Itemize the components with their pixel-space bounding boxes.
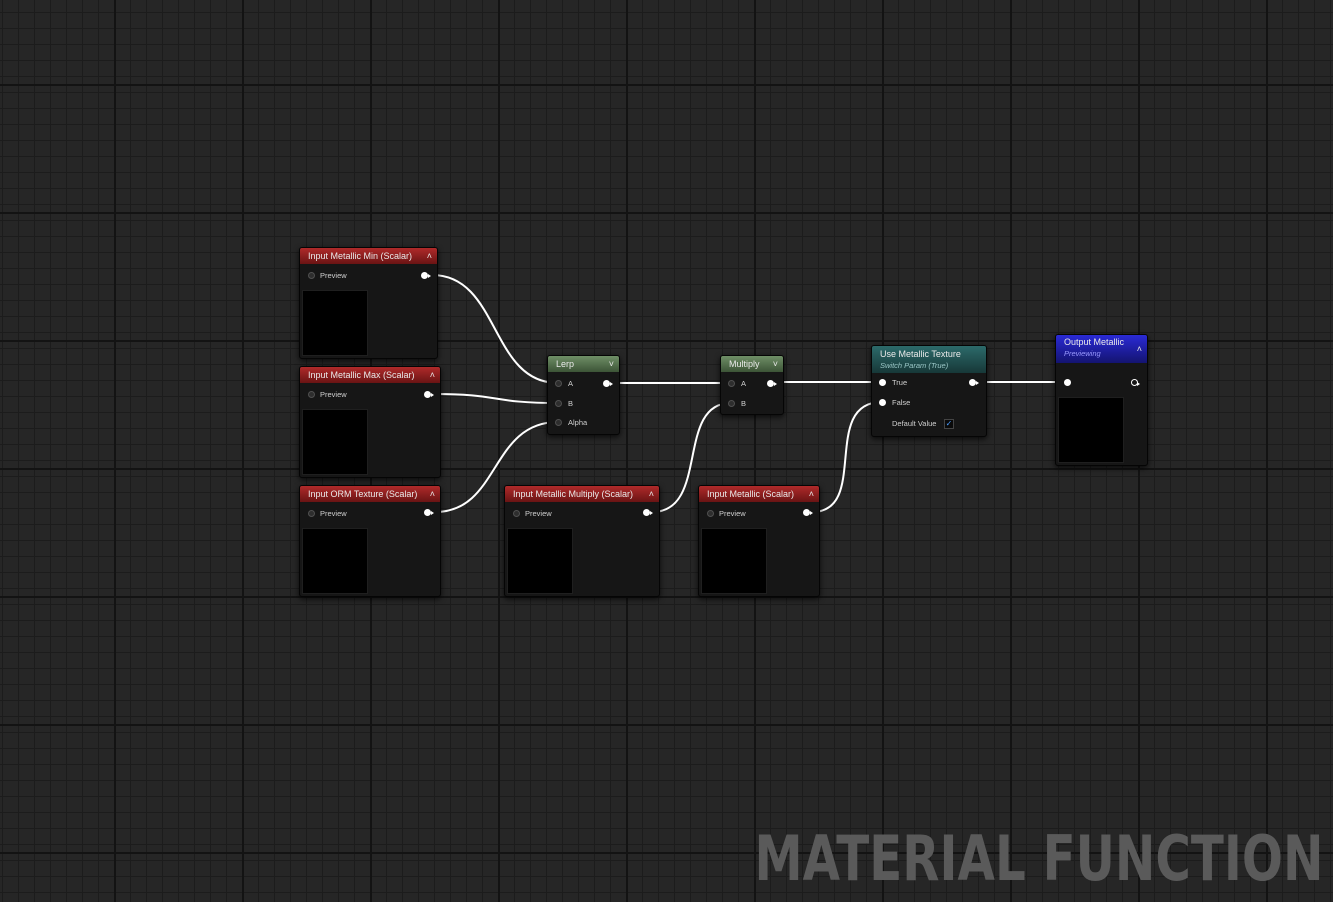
pin-icon[interactable] [879, 379, 886, 386]
chevron-up-icon[interactable]: ˄ [649, 486, 654, 502]
node-header[interactable]: Input Metallic Multiply (Scalar) ˄ [505, 486, 659, 502]
preview-label: Preview [719, 509, 746, 518]
node-multiply[interactable]: Multiply ˅ A B [720, 355, 784, 415]
output-pin[interactable] [424, 391, 434, 398]
node-switch-use-metallic-texture[interactable]: Use Metallic Texture Switch Param (True)… [871, 345, 987, 437]
node-header[interactable]: Input ORM Texture (Scalar) ˄ [300, 486, 440, 502]
preview-thumbnail [302, 290, 368, 356]
pin-icon[interactable] [879, 399, 886, 406]
node-header[interactable]: Input Metallic Max (Scalar) ˄ [300, 367, 440, 383]
preview-label: Preview [525, 509, 552, 518]
node-title: Multiply [729, 359, 760, 369]
preview-toggle-icon[interactable] [707, 510, 714, 517]
wire-max-to-lerp-b [434, 393, 559, 404]
node-input-metallic-multiply[interactable]: Input Metallic Multiply (Scalar) ˄ Previ… [504, 485, 660, 597]
output-pin[interactable] [803, 509, 813, 516]
node-input-metallic[interactable]: Input Metallic (Scalar) ˄ Preview [698, 485, 820, 597]
wire-min-to-lerp-a [431, 274, 559, 384]
output-pin[interactable] [603, 380, 613, 387]
pin-icon[interactable] [555, 419, 562, 426]
output-pin[interactable] [643, 509, 653, 516]
preview-toggle-icon[interactable] [308, 391, 315, 398]
node-header[interactable]: Use Metallic Texture Switch Param (True) [872, 346, 986, 373]
pin-label: False [892, 398, 911, 407]
chevron-down-icon[interactable]: ˅ [609, 356, 614, 372]
chevron-up-icon[interactable]: ˄ [430, 367, 435, 383]
node-title: Input Metallic Min (Scalar) [308, 251, 413, 261]
preview-thumbnail [507, 528, 573, 594]
output-pin[interactable] [421, 272, 431, 279]
node-subtitle: Switch Param (True) [880, 361, 949, 370]
pin-icon[interactable] [555, 400, 562, 407]
chevron-up-icon[interactable]: ˄ [809, 486, 814, 502]
chevron-up-icon[interactable]: ˄ [430, 486, 435, 502]
chevron-up-icon[interactable]: ˄ [427, 248, 432, 264]
node-header[interactable]: Multiply ˅ [721, 356, 783, 372]
output-pin[interactable] [969, 379, 979, 386]
graph-type-watermark: MATERIAL FUNCTION [754, 822, 1323, 895]
preview-toggle-icon[interactable] [513, 510, 520, 517]
pin-label: True [892, 378, 908, 387]
input-pin[interactable] [1064, 379, 1071, 386]
chevron-up-icon[interactable]: ˄ [1137, 342, 1142, 356]
node-lerp[interactable]: Lerp ˅ A B Alpha [547, 355, 620, 435]
node-output-metallic[interactable]: Output Metallic Previewing ˄ [1055, 334, 1148, 466]
pin-label: Alpha [568, 418, 588, 427]
preview-thumbnail [701, 528, 767, 594]
node-input-metallic-min[interactable]: Input Metallic Min (Scalar) ˄ Preview [299, 247, 438, 359]
preview-label: Preview [320, 390, 347, 399]
preview-thumbnail [1058, 397, 1124, 463]
pin-label: A [741, 379, 747, 388]
node-input-orm-texture[interactable]: Input ORM Texture (Scalar) ˄ Preview [299, 485, 441, 597]
node-title: Use Metallic Texture [880, 349, 961, 359]
pin-label: B [741, 399, 747, 408]
pin-icon[interactable] [555, 380, 562, 387]
chevron-down-icon[interactable]: ˅ [773, 356, 778, 372]
preview-toggle-icon[interactable] [308, 272, 315, 279]
checkmark-icon: ✓ [945, 419, 953, 428]
preview-label: Preview [320, 271, 347, 280]
node-title: Output Metallic [1064, 337, 1125, 347]
node-header[interactable]: Input Metallic Min (Scalar) ˄ [300, 248, 437, 264]
node-subtitle: Previewing [1064, 349, 1101, 358]
default-value-checkbox[interactable]: ✓ [944, 419, 954, 429]
pin-icon[interactable] [728, 400, 735, 407]
preview-thumbnail [302, 528, 368, 594]
preview-thumbnail [302, 409, 368, 475]
preview-label: Preview [320, 509, 347, 518]
node-title: Lerp [556, 359, 575, 369]
node-title: Input Metallic Multiply (Scalar) [513, 489, 634, 499]
node-title: Input ORM Texture (Scalar) [308, 489, 418, 499]
node-header[interactable]: Lerp ˅ [548, 356, 619, 372]
default-value-label: Default Value [892, 419, 937, 428]
pin-label: A [568, 379, 574, 388]
output-pin[interactable] [424, 509, 434, 516]
node-title: Input Metallic (Scalar) [707, 489, 795, 499]
pin-icon[interactable] [728, 380, 735, 387]
output-pin[interactable] [1131, 379, 1140, 386]
node-header[interactable]: Input Metallic (Scalar) ˄ [699, 486, 819, 502]
node-title: Input Metallic Max (Scalar) [308, 370, 415, 380]
output-pin[interactable] [767, 380, 777, 387]
pin-label: B [568, 399, 574, 408]
node-header[interactable]: Output Metallic Previewing ˄ [1056, 335, 1147, 363]
node-input-metallic-max[interactable]: Input Metallic Max (Scalar) ˄ Preview [299, 366, 441, 478]
preview-toggle-icon[interactable] [308, 510, 315, 517]
